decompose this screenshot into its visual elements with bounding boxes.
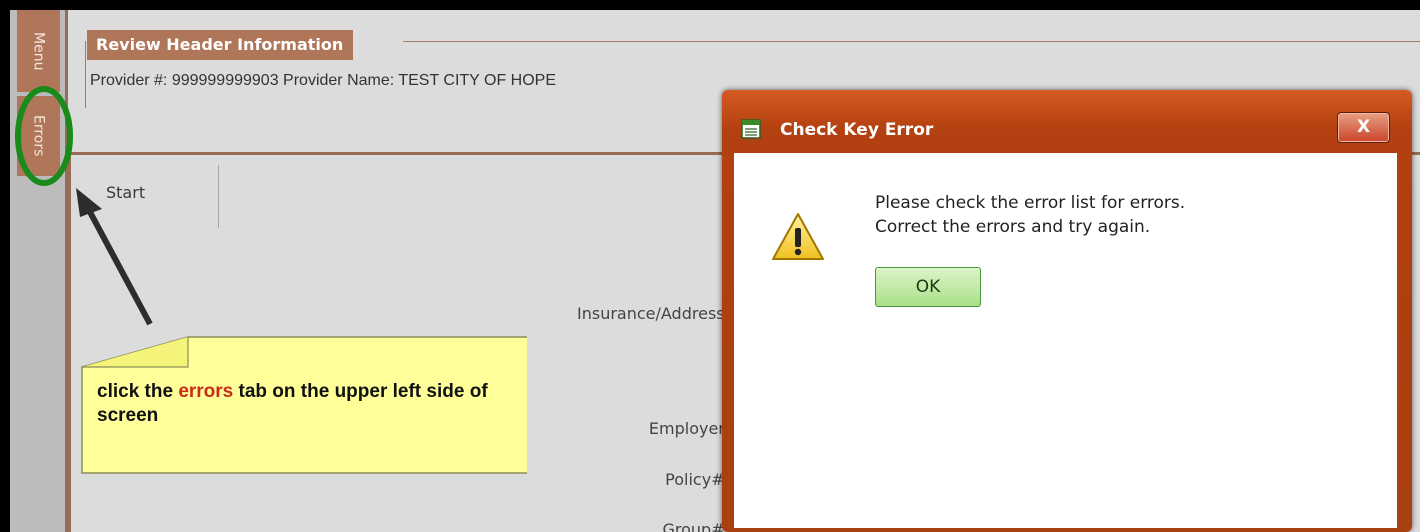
errors-tab[interactable]: Errors bbox=[17, 96, 60, 176]
form-window-icon bbox=[741, 119, 761, 139]
menu-tab[interactable]: Menu bbox=[17, 10, 60, 92]
ok-button[interactable]: OK bbox=[875, 267, 981, 307]
provider-info: Provider #: 999999999903 Provider Name: … bbox=[90, 72, 556, 89]
callout-note: click the errors tab on the upper left s… bbox=[80, 335, 527, 475]
group-label: Group#: bbox=[662, 520, 730, 532]
callout-text: click the errors tab on the upper left s… bbox=[97, 380, 517, 428]
errors-tab-label: Errors bbox=[30, 115, 47, 157]
header-frame-line bbox=[85, 41, 86, 108]
tab-start[interactable]: Start bbox=[75, 165, 219, 228]
employer-label: Employer: bbox=[648, 419, 730, 438]
left-sidebar: Menu Errors bbox=[10, 10, 65, 532]
check-key-error-dialog: Check Key Error X Please check the error… bbox=[722, 90, 1412, 532]
close-button[interactable]: X bbox=[1337, 112, 1390, 143]
dialog-message-line2: Correct the errors and try again. bbox=[875, 217, 1151, 237]
warning-triangle-icon bbox=[772, 213, 824, 260]
tab-start-label: Start bbox=[106, 183, 146, 202]
header-section-title: Review Header Information bbox=[87, 30, 354, 60]
dialog-title: Check Key Error bbox=[780, 120, 934, 140]
header-divider bbox=[403, 41, 1420, 42]
callout-highlight: errors bbox=[178, 381, 234, 402]
insurance-address-label: Insurance/Address: bbox=[577, 304, 730, 323]
dialog-body: Please check the error list for errors. … bbox=[734, 153, 1397, 528]
form-frame-left bbox=[68, 152, 71, 532]
callout-text-before: click the bbox=[97, 381, 179, 402]
policy-label: Policy#: bbox=[665, 470, 730, 489]
dialog-message-line1: Please check the error list for errors. bbox=[875, 193, 1186, 213]
menu-tab-label: Menu bbox=[30, 31, 47, 71]
close-icon: X bbox=[1356, 117, 1371, 137]
